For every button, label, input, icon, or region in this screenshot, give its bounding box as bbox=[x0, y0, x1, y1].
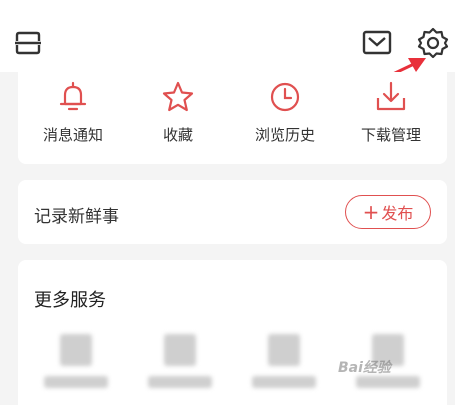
quick-action-label: 消息通知 bbox=[42, 126, 103, 144]
publish-button-label: 发布 bbox=[381, 204, 414, 223]
service-item-blurred[interactable] bbox=[44, 328, 108, 405]
mail-icon[interactable] bbox=[362, 28, 392, 56]
quick-actions-card: 消息通知 收藏 浏览历史 下载管理 bbox=[18, 72, 447, 164]
scan-icon[interactable] bbox=[14, 30, 42, 56]
post-title: 记录新鲜事 bbox=[34, 207, 119, 227]
clock-icon bbox=[270, 82, 300, 112]
service-item-blurred[interactable] bbox=[148, 328, 212, 405]
quick-action-history[interactable]: 浏览历史 bbox=[240, 80, 330, 145]
more-services-title: 更多服务 bbox=[34, 290, 106, 311]
download-icon bbox=[376, 81, 406, 111]
quick-action-label: 浏览历史 bbox=[254, 126, 315, 144]
star-icon bbox=[162, 81, 194, 112]
post-card: 记录新鲜事 + 发布 bbox=[18, 180, 447, 244]
quick-action-notifications[interactable]: 消息通知 bbox=[28, 80, 118, 145]
quick-action-label: 下载管理 bbox=[360, 126, 421, 144]
quick-action-favorites[interactable]: 收藏 bbox=[133, 80, 223, 145]
bell-icon bbox=[59, 81, 87, 111]
quick-action-label: 收藏 bbox=[162, 126, 193, 144]
more-services-card: 更多服务 bbox=[18, 260, 447, 405]
watermark-text: Bai经验 bbox=[338, 360, 391, 376]
publish-button[interactable]: + 发布 bbox=[345, 195, 431, 229]
plus-icon: + bbox=[362, 200, 380, 224]
service-item-blurred[interactable] bbox=[252, 328, 316, 405]
quick-action-downloads[interactable]: 下载管理 bbox=[346, 80, 436, 145]
